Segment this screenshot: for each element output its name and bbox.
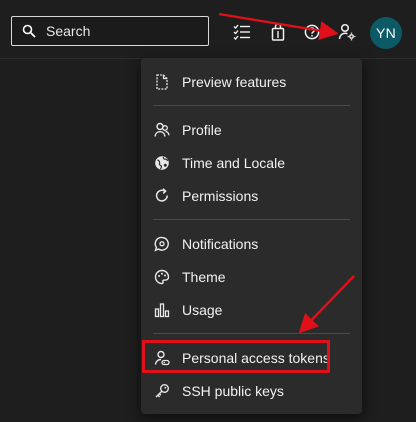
menu-divider: [153, 105, 350, 106]
menu-item-preview-features[interactable]: Preview features: [141, 67, 362, 97]
key-icon: [154, 383, 170, 399]
menu-item-usage[interactable]: Usage: [141, 295, 362, 325]
menu-item-theme[interactable]: Theme: [141, 262, 362, 292]
menu-item-label: Permissions: [182, 188, 259, 204]
menu-item-label: Profile: [182, 122, 222, 138]
screen: Search YN Preview features Profile Time …: [0, 0, 416, 422]
menu-item-label: Theme: [182, 269, 226, 285]
menu-divider: [153, 219, 350, 220]
profile-icon: [154, 122, 170, 138]
refresh-icon: [154, 188, 170, 204]
search-placeholder: Search: [46, 23, 91, 39]
palette-icon: [154, 269, 170, 285]
marketplace-bag-icon[interactable]: [268, 22, 288, 42]
menu-item-time-and-locale[interactable]: Time and Locale: [141, 148, 362, 178]
top-bar: Search YN: [0, 0, 416, 59]
menu-divider: [153, 333, 350, 334]
menu-item-ssh-public-keys[interactable]: SSH public keys: [141, 376, 362, 406]
globe-icon: [154, 155, 170, 171]
menu-item-personal-access-tokens[interactable]: Personal access tokens: [141, 343, 362, 373]
menu-item-label: Personal access tokens: [182, 350, 330, 366]
menu-item-label: SSH public keys: [182, 383, 284, 399]
user-settings-icon[interactable]: [337, 22, 357, 42]
chat-bubble-icon: [154, 236, 170, 252]
menu-item-label: Notifications: [182, 236, 259, 252]
task-list-icon[interactable]: [232, 22, 252, 42]
search-box[interactable]: Search: [11, 16, 209, 46]
bar-chart-icon: [154, 302, 170, 318]
document-icon: [154, 74, 170, 90]
menu-item-label: Usage: [182, 302, 223, 318]
help-icon[interactable]: [302, 22, 322, 42]
menu-item-profile[interactable]: Profile: [141, 115, 362, 145]
menu-item-label: Preview features: [182, 74, 287, 90]
avatar[interactable]: YN: [370, 17, 402, 49]
token-user-icon: [154, 350, 170, 366]
user-settings-menu: Preview features Profile Time and Locale…: [141, 58, 362, 414]
search-icon: [22, 24, 36, 38]
menu-item-notifications[interactable]: Notifications: [141, 229, 362, 259]
menu-item-label: Time and Locale: [182, 155, 285, 171]
menu-item-permissions[interactable]: Permissions: [141, 181, 362, 211]
